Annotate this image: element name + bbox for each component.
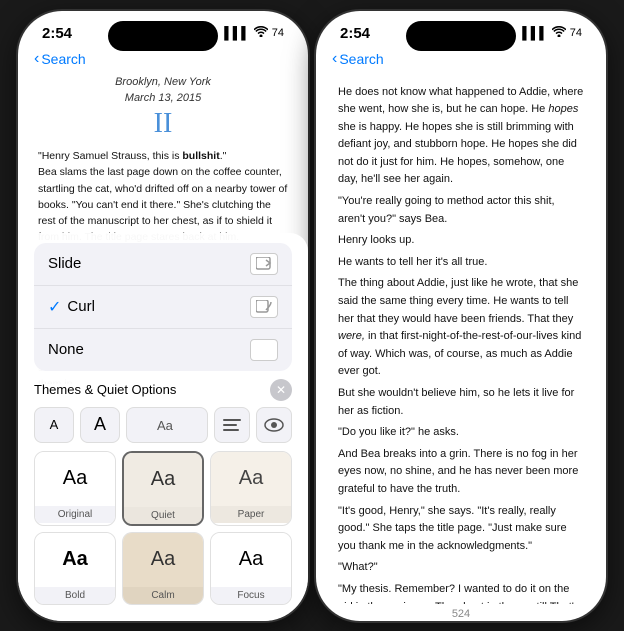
status-time-left: 2:54 [42,25,72,42]
themes-grid: Aa Original Aa Quiet Aa Paper Aa Bold Aa [34,451,292,605]
theme-label-paper: Paper [211,506,291,523]
svg-text:Aa: Aa [157,418,174,433]
font-controls-row: A A Aa [34,407,292,443]
back-label-right: Search [339,51,383,67]
themes-title-group: Themes & Quiet Options [34,381,176,399]
font-decrease-button[interactable]: A [34,407,74,443]
theme-label-calm: Calm [123,587,203,604]
slide-option-label-none: None [48,341,84,358]
book-location: Brooklyn, New York March 13, 2015 [38,74,288,107]
theme-card-original[interactable]: Aa Original [34,451,116,526]
themes-header: Themes & Quiet Options ✕ [34,379,292,401]
theme-preview-focus: Aa [211,533,291,587]
theme-preview-bold: Aa [35,533,115,587]
back-label-left: Search [41,51,85,67]
slide-option-icon-slide [250,253,278,275]
font-family-button[interactable]: Aa [126,407,208,443]
font-increase-button[interactable]: A [80,407,120,443]
signal-icon-right: ▌▌▌ [522,26,548,40]
panel-overlay: Slide ✓ Curl None [18,233,308,621]
slide-option-label-slide: Slide [48,255,81,272]
slide-options: Slide ✓ Curl None [34,243,292,371]
chapter-number: II [38,107,288,141]
slide-option-label-curl: Curl [67,298,95,315]
theme-card-calm[interactable]: Aa Calm [122,532,204,605]
theme-preview-calm: Aa [123,533,203,587]
book-content-right: He does not know what happened to Addie,… [316,74,606,604]
status-icons-left: ▌▌▌ 74 [224,26,284,40]
theme-card-quiet[interactable]: Aa Quiet [122,451,204,526]
theme-label-focus: Focus [211,587,291,604]
wifi-icon-left [254,26,268,40]
wifi-icon-right [552,26,566,40]
status-time-right: 2:54 [340,25,370,42]
right-phone: 2:54 ▌▌▌ 74 ‹ Search He does not know wh… [316,11,606,621]
theme-preview-paper: Aa [211,452,291,506]
status-icons-right: ▌▌▌ 74 [522,26,582,40]
theme-card-paper[interactable]: Aa Paper [210,451,292,526]
left-phone: 2:54 ▌▌▌ 74 ‹ Search Brooklyn, New York … [18,11,308,621]
phones-container: 2:54 ▌▌▌ 74 ‹ Search Brooklyn, New York … [18,11,606,621]
slide-option-none[interactable]: None [34,329,292,371]
themes-title: Themes & [34,382,97,397]
theme-label-quiet: Quiet [124,507,202,524]
eye-button[interactable] [256,407,292,443]
battery-icon-right: 74 [570,27,582,39]
theme-preview-original: Aa [35,452,115,506]
back-arrow-left: ‹ [34,50,39,68]
slide-option-icon-curl [250,296,278,318]
signal-icon-left: ▌▌▌ [224,26,250,40]
dynamic-island-right [406,21,516,51]
slide-option-curl[interactable]: ✓ Curl [34,286,292,329]
battery-icon-left: 74 [272,27,284,39]
slide-option-slide[interactable]: Slide [34,243,292,286]
format-button[interactable] [214,407,250,443]
theme-card-bold[interactable]: Aa Bold [34,532,116,605]
back-arrow-right: ‹ [332,50,337,68]
themes-subtitle: Quiet Options [97,382,177,397]
back-button-left[interactable]: ‹ Search [34,50,86,68]
checkmark-icon: ✓ [48,297,61,317]
theme-preview-quiet: Aa [124,453,202,507]
slide-option-icon-none [250,339,278,361]
page-number: 524 [316,604,606,621]
book-header: Brooklyn, New York March 13, 2015 II [38,74,288,141]
back-button-right[interactable]: ‹ Search [332,50,384,68]
theme-label-bold: Bold [35,587,115,604]
dynamic-island [108,21,218,51]
theme-card-focus[interactable]: Aa Focus [210,532,292,605]
theme-label-original: Original [35,506,115,523]
close-button[interactable]: ✕ [270,379,292,401]
